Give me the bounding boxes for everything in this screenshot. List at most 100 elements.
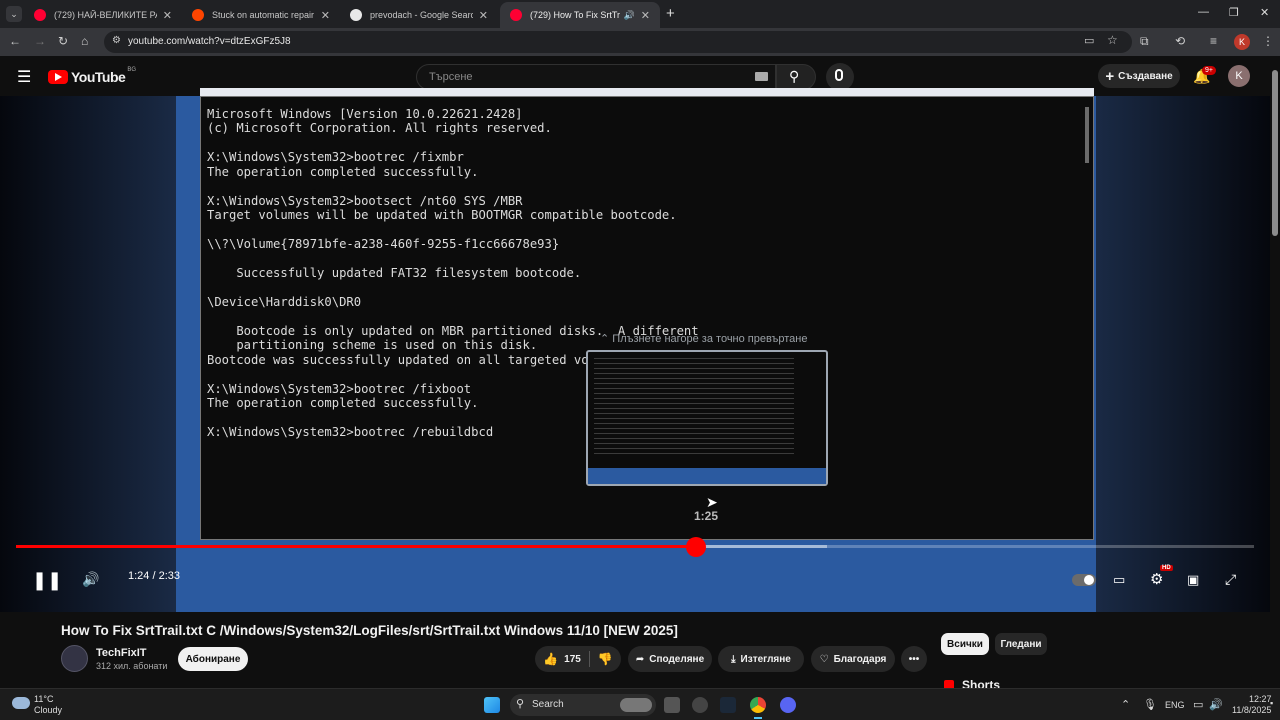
- tab-title: (729) How To Fix SrtTrail.txt: [530, 10, 620, 20]
- chrome-icon[interactable]: [750, 697, 766, 713]
- tab-search-icon[interactable]: ⌄: [6, 6, 22, 22]
- hd-badge: HD: [1160, 565, 1173, 571]
- close-tab-icon[interactable]: ✕: [479, 9, 488, 22]
- taskbar-search-box[interactable]: ⚲ Search: [510, 694, 656, 716]
- plus-icon: +: [1105, 67, 1115, 85]
- discord-icon[interactable]: [780, 697, 796, 713]
- active-app-indicator: [754, 717, 762, 719]
- create-button[interactable]: + Създаване: [1098, 64, 1180, 88]
- search-input[interactable]: Търсене: [429, 71, 473, 83]
- new-tab-button[interactable]: +: [666, 5, 675, 22]
- browser-toolbar: ← → ↻ ⌂ ⚙ youtube.com/watch?v=dtzExGFz5J…: [0, 28, 1280, 56]
- language-indicator[interactable]: ENG: [1165, 700, 1185, 710]
- voice-search-button[interactable]: [826, 63, 854, 91]
- taskbar-search-label: Search: [532, 699, 564, 710]
- browser-tab-2[interactable]: Stuck on automatic repair wind ✕: [182, 2, 340, 28]
- network-icon[interactable]: ▭: [1193, 698, 1203, 711]
- reload-icon[interactable]: ↻: [58, 34, 68, 48]
- video-letterbox-left: [0, 96, 176, 612]
- channel-name[interactable]: TechFixIT: [96, 647, 147, 659]
- thumbs-up-icon: 👍: [543, 652, 559, 666]
- close-tab-icon[interactable]: ✕: [163, 9, 172, 22]
- time-display: 1:24 / 2:33: [128, 570, 180, 582]
- url-text[interactable]: youtube.com/watch?v=dtzExGFz5J8: [128, 36, 291, 47]
- miniplayer-icon[interactable]: ▣: [1187, 572, 1199, 588]
- like-button[interactable]: 👍 175: [543, 652, 581, 666]
- browser-tab-4-active[interactable]: (729) How To Fix SrtTrail.txt 🔊 ✕: [500, 2, 660, 28]
- fullscreen-icon[interactable]: ⤢: [1225, 571, 1236, 588]
- share-button[interactable]: ➦ Споделяне: [628, 646, 712, 672]
- video-player[interactable]: Microsoft Windows [Version 10.0.22621.24…: [0, 88, 1270, 612]
- history-icon[interactable]: ⟲: [1175, 34, 1185, 48]
- forward-icon[interactable]: →: [34, 34, 46, 48]
- browser-tab-3[interactable]: prevodach - Google Search ✕: [340, 2, 498, 28]
- reddit-favicon-icon: [192, 9, 204, 21]
- volume-icon[interactable]: 🔊: [82, 571, 99, 588]
- notification-count-badge: 9+: [1202, 66, 1216, 75]
- download-label: Изтегляне: [740, 653, 791, 665]
- google-favicon-icon: [350, 9, 362, 21]
- volume-tray-icon[interactable]: 🔊: [1209, 698, 1223, 711]
- mic-tray-icon[interactable]: 🎙: [1143, 698, 1157, 711]
- search-box[interactable]: Търсене: [416, 64, 776, 90]
- close-tab-icon[interactable]: ✕: [641, 9, 650, 22]
- task-view-icon[interactable]: [664, 697, 680, 713]
- search-button[interactable]: ⚲: [776, 64, 816, 90]
- address-bar[interactable]: ⚙ youtube.com/watch?v=dtzExGFz5J8 ▭ ☆: [104, 31, 1132, 53]
- progress-scrubber-handle[interactable]: [685, 537, 706, 557]
- home-icon[interactable]: ⌂: [81, 34, 88, 48]
- youtube-logo[interactable]: YouTube BG: [48, 67, 136, 85]
- dislike-thumbs-down-icon[interactable]: 👎: [598, 652, 613, 666]
- speaker-icon[interactable]: 🔊: [624, 10, 635, 21]
- share-icon: ➦: [635, 653, 645, 665]
- weather-temp[interactable]: 11°C: [34, 694, 53, 704]
- hamburger-menu-icon[interactable]: ☰: [17, 67, 31, 87]
- create-label: Създаване: [1118, 70, 1173, 82]
- bookmark-star-icon[interactable]: ☆: [1107, 33, 1118, 47]
- cast-icon[interactable]: ▭: [1084, 34, 1094, 47]
- menu-kebab-icon[interactable]: ⋮: [1262, 34, 1274, 48]
- weather-cloud-icon[interactable]: [12, 697, 30, 709]
- extensions-icon[interactable]: ⧉: [1140, 34, 1149, 49]
- subtitles-icon[interactable]: ▭: [1113, 572, 1125, 588]
- restore-icon[interactable]: ❐: [1229, 6, 1239, 19]
- notifications-tray-icon[interactable]: ▪: [1270, 698, 1273, 708]
- youtube-favicon-icon: [510, 9, 522, 21]
- chip-watched[interactable]: Гледани: [995, 633, 1047, 655]
- site-info-icon[interactable]: ⚙: [112, 35, 121, 46]
- video-letterbox-right: [1096, 96, 1270, 612]
- account-avatar[interactable]: K: [1228, 65, 1250, 87]
- close-window-icon[interactable]: ✕: [1260, 6, 1269, 19]
- steam-icon[interactable]: [720, 697, 736, 713]
- keyboard-icon[interactable]: [755, 72, 768, 81]
- chip-all[interactable]: Всички: [941, 633, 989, 655]
- page-scrollbar-thumb[interactable]: [1272, 70, 1278, 236]
- channel-avatar[interactable]: [61, 645, 88, 672]
- thanks-button[interactable]: ♡ Благодаря: [811, 646, 895, 672]
- windows-start-icon[interactable]: [484, 697, 500, 713]
- subscribe-button[interactable]: Абониране: [178, 647, 248, 671]
- download-button[interactable]: ⤓ Изтегляне: [718, 646, 804, 672]
- windows-taskbar: 11°C Cloudy ⚲ Search ⌃ 🎙 ENG ▭ 🔊 12:27 1…: [0, 688, 1280, 720]
- close-tab-icon[interactable]: ✕: [321, 9, 330, 22]
- region-code: BG: [127, 67, 136, 73]
- app-icon-1[interactable]: [692, 697, 708, 713]
- clock-time[interactable]: 12:27: [1249, 694, 1272, 704]
- back-icon[interactable]: ←: [9, 34, 21, 48]
- autoplay-toggle[interactable]: [1072, 574, 1096, 586]
- youtube-logo-text: YouTube: [71, 69, 126, 85]
- minimize-icon[interactable]: —: [1198, 6, 1209, 18]
- taskbar-search-icon: ⚲: [516, 698, 525, 710]
- pause-icon[interactable]: ❚❚: [32, 570, 62, 591]
- profile-avatar[interactable]: K: [1234, 34, 1250, 50]
- settings-gear-icon[interactable]: ⚙: [1150, 570, 1163, 588]
- show-hidden-icons[interactable]: ⌃: [1121, 698, 1130, 711]
- like-count: 175: [564, 653, 581, 665]
- seek-preview-thumbnail: [586, 350, 828, 486]
- more-actions-button[interactable]: •••: [901, 646, 927, 672]
- search-highlight-image: [620, 698, 652, 712]
- clock-date[interactable]: 11/8/2025: [1232, 705, 1271, 715]
- browser-tab-1[interactable]: (729) НАЙ-ВЕЛИКИТЕ РАПЪРИ ✕: [24, 2, 182, 28]
- media-icon[interactable]: ≡: [1210, 34, 1217, 48]
- weather-desc[interactable]: Cloudy: [34, 705, 62, 715]
